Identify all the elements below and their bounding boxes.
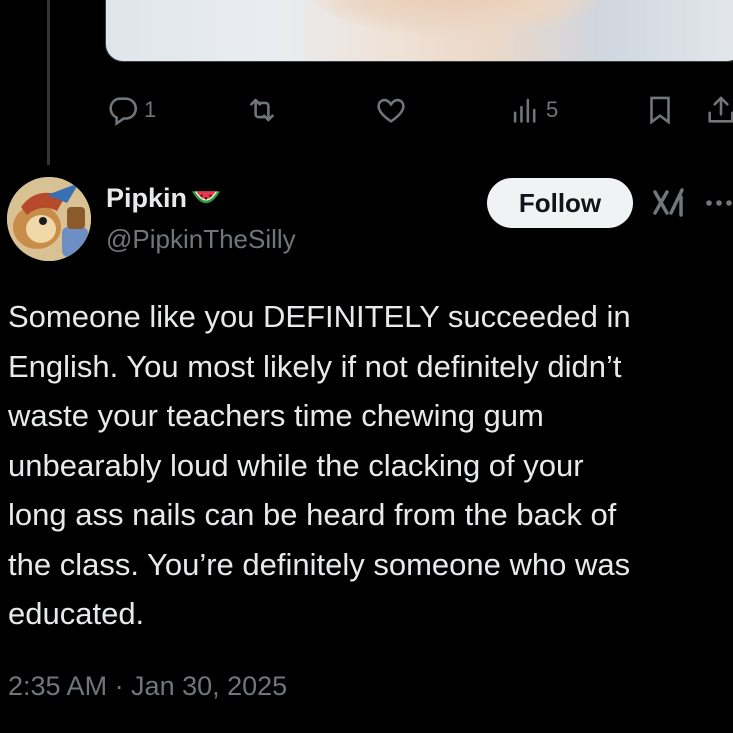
thread-connector-line (47, 0, 50, 165)
like-icon (377, 98, 405, 123)
author-name[interactable]: Pipkin (106, 183, 187, 214)
post-text: Someone like you DEFINITELY succeeded in… (8, 299, 631, 631)
reply-count: 1 (144, 97, 157, 122)
grok-icon[interactable] (651, 183, 691, 223)
previous-post-action-bar: 1 5 (0, 85, 733, 135)
retweet-button[interactable] (245, 93, 279, 127)
avatar[interactable] (7, 177, 91, 261)
share-button[interactable] (704, 93, 733, 127)
views-icon (513, 98, 536, 123)
reply-button[interactable]: 1 (106, 93, 156, 127)
retweet-icon (250, 98, 274, 122)
media-content (306, 0, 606, 36)
author-handle[interactable]: @PipkinTheSilly (106, 224, 296, 255)
more-icon[interactable] (705, 196, 733, 210)
share-icon (708, 96, 733, 123)
previous-post-media[interactable] (105, 0, 733, 62)
like-button[interactable] (374, 93, 408, 127)
follow-button[interactable]: Follow (487, 178, 633, 228)
views-count: 5 (546, 97, 559, 122)
author-name-row[interactable]: Pipkin (106, 183, 223, 214)
watermelon-emoji-icon (191, 190, 221, 203)
post-timestamp[interactable]: 2:35 AM · Jan 30, 2025 (8, 671, 287, 702)
reply-icon (109, 97, 138, 126)
avatar-image (7, 177, 91, 261)
bookmark-button[interactable] (643, 93, 677, 127)
bookmark-icon (650, 96, 670, 125)
views-button[interactable]: 5 (508, 93, 558, 127)
